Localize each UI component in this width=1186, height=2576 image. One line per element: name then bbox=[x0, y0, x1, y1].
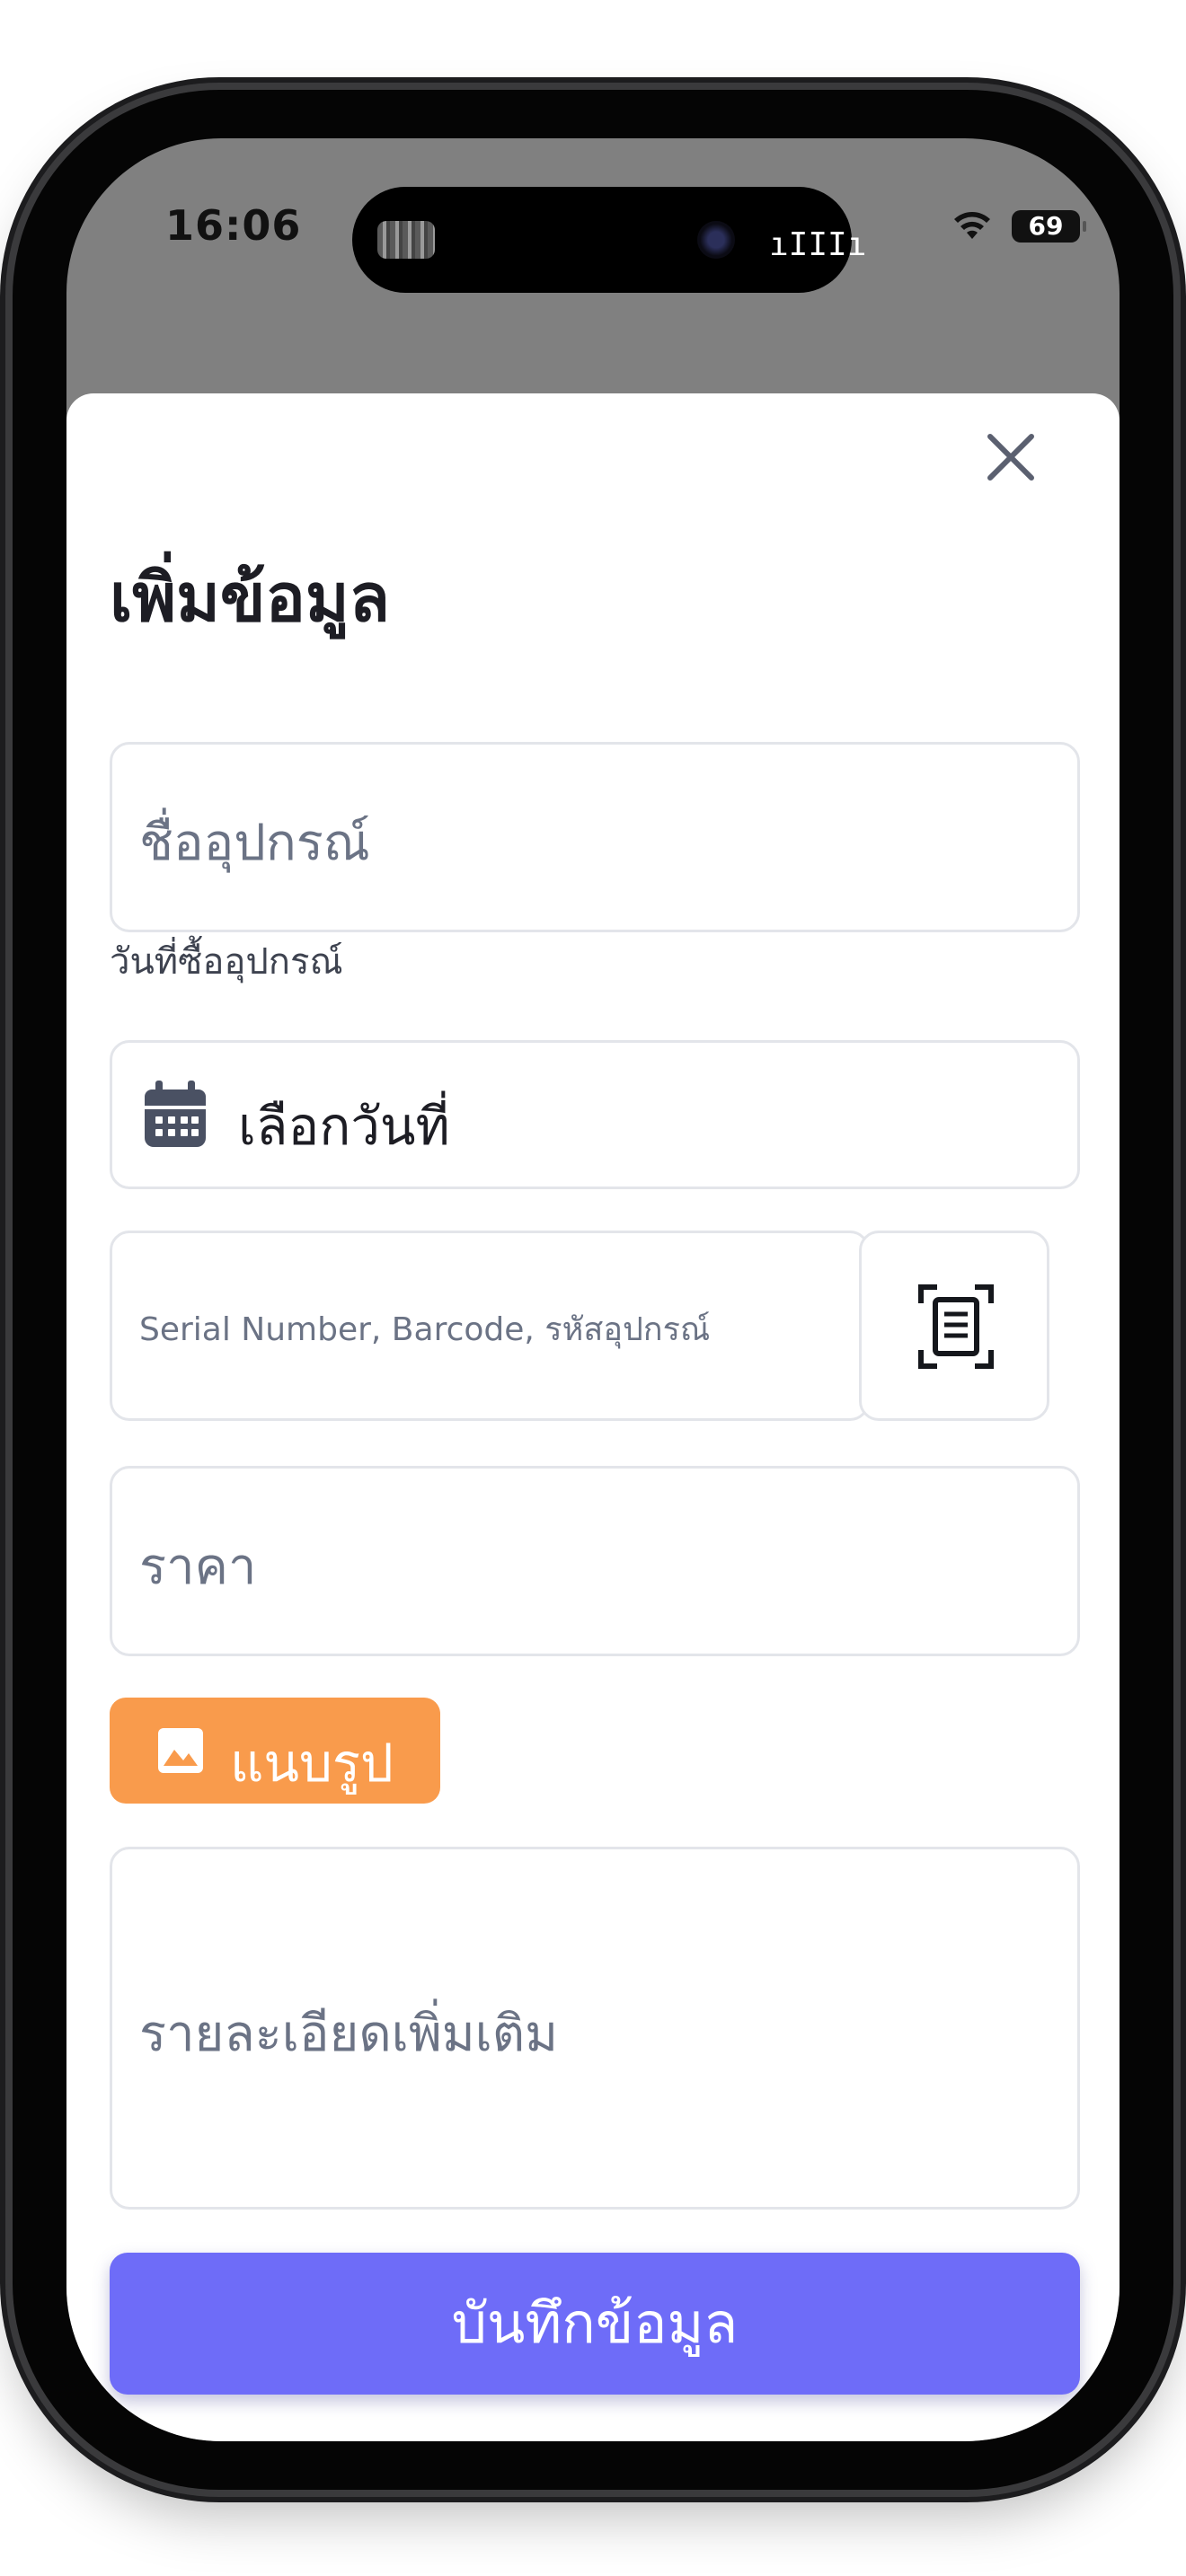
power-button bbox=[1173, 808, 1184, 1096]
serial-number-input[interactable]: Serial Number, Barcode, รหัสอุปกรณ์ bbox=[110, 1231, 870, 1421]
wifi-icon bbox=[954, 212, 990, 239]
details-textarea[interactable]: รายละเอียดเพิ่มเติม bbox=[110, 1847, 1080, 2210]
purchase-date-picker[interactable]: เลือกวันที่ bbox=[110, 1040, 1080, 1189]
screen: 16:06 ıIIIı 69 เพิ่มข้อมูล ชื่ออุปกรณ์ ว… bbox=[66, 138, 1120, 2441]
scan-document-icon bbox=[918, 1284, 994, 1369]
add-data-sheet: เพิ่มข้อมูล ชื่ออุปกรณ์ วันที่ซื้ออุปกรณ… bbox=[66, 393, 1120, 2441]
page-title: เพิ่มข้อมูล bbox=[110, 560, 391, 637]
battery-icon: 69 bbox=[1012, 210, 1086, 243]
dynamic-island: ıIIIı bbox=[352, 187, 866, 293]
price-placeholder: ราคา bbox=[139, 1538, 257, 1596]
close-icon[interactable] bbox=[981, 428, 1040, 487]
front-camera bbox=[697, 221, 735, 259]
attach-image-label: แนบรูป bbox=[230, 1733, 394, 1794]
purchase-date-label: วันที่ซื้ออุปกรณ์ bbox=[110, 941, 343, 983]
battery-level: 69 bbox=[1028, 211, 1064, 241]
save-button[interactable]: บันทึกข้อมูล bbox=[110, 2253, 1080, 2395]
volume-down-button bbox=[2, 983, 13, 1162]
price-input[interactable]: ราคา bbox=[110, 1466, 1080, 1656]
action-button bbox=[2, 575, 13, 668]
phone-frame: 16:06 ıIIIı 69 เพิ่มข้อมูล ชื่ออุปกรณ์ ว… bbox=[13, 90, 1173, 2490]
image-icon bbox=[158, 1728, 203, 1773]
serial-number-placeholder: Serial Number, Barcode, รหัสอุปกรณ์ bbox=[139, 1311, 711, 1348]
audio-wave-icon: ıIIIı bbox=[769, 226, 867, 263]
scan-barcode-button[interactable] bbox=[859, 1231, 1049, 1421]
volume-up-button bbox=[2, 751, 13, 931]
device-name-input[interactable]: ชื่ออุปกรณ์ bbox=[110, 742, 1080, 932]
now-playing-thumbnail bbox=[377, 221, 435, 259]
calendar-icon bbox=[145, 1081, 206, 1147]
device-name-placeholder: ชื่ออุปกรณ์ bbox=[139, 814, 370, 872]
save-button-label: บันทึกข้อมูล bbox=[451, 2290, 739, 2356]
details-placeholder: รายละเอียดเพิ่มเติม bbox=[139, 2005, 559, 2063]
attach-image-button[interactable]: แนบรูป bbox=[110, 1698, 440, 1804]
status-time: 16:06 bbox=[165, 201, 302, 250]
date-picker-text: เลือกวันที่ bbox=[238, 1096, 450, 1157]
